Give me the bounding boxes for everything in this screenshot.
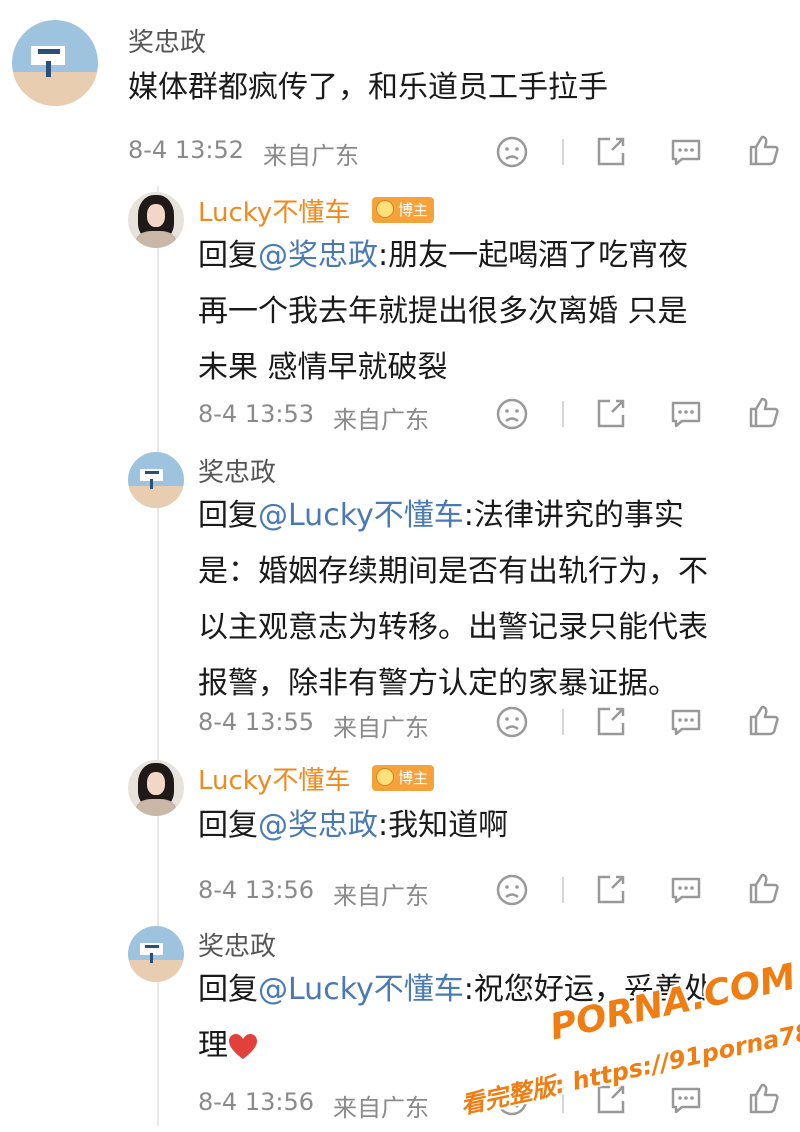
reply-author-name[interactable]: 奖忠政 [198, 926, 276, 963]
blogger-badge: 博主 [372, 197, 435, 223]
reply-text: 回复@奖忠政:朋友一起喝酒了吃宵夜 再一个我去年就提出很多次离婚 只是 未果 感… [198, 238, 689, 385]
dislike-icon[interactable] [494, 396, 530, 432]
reply-location: 来自广东 [333, 882, 429, 910]
dislike-icon[interactable] [494, 704, 530, 740]
like-icon[interactable] [746, 132, 782, 168]
reply-location: 来自广东 [333, 1094, 429, 1122]
mention-link[interactable]: @奖忠政 [258, 808, 378, 843]
like-icon[interactable] [746, 1080, 782, 1116]
reply-thread-line [157, 186, 159, 1126]
reply-location: 来自广东 [333, 714, 429, 742]
like-icon[interactable] [746, 394, 782, 430]
dislike-icon[interactable] [494, 872, 530, 908]
like-icon[interactable] [746, 702, 782, 738]
avatar[interactable] [12, 20, 98, 106]
heart-icon [229, 1033, 257, 1059]
comment-icon[interactable] [668, 704, 704, 740]
comment-icon[interactable] [668, 1082, 704, 1118]
reply-time: 8-4 13:55 [198, 708, 314, 736]
divider [562, 877, 564, 903]
share-icon[interactable] [592, 704, 628, 740]
avatar[interactable] [128, 926, 184, 982]
crown-icon [376, 200, 394, 218]
divider [562, 709, 564, 735]
mention-link[interactable]: @Lucky不懂车 [258, 498, 464, 533]
action-bar [490, 868, 790, 912]
commenter-name[interactable]: 奖忠政 [128, 22, 206, 59]
reply-author-name[interactable]: Lucky不懂车 [198, 192, 350, 229]
avatar[interactable] [128, 192, 184, 248]
avatar[interactable] [128, 452, 184, 508]
like-icon[interactable] [746, 870, 782, 906]
mention-link[interactable]: @Lucky不懂车 [258, 972, 464, 1007]
comment-time: 8-4 13:52 [128, 136, 244, 164]
comment-text: 媒体群都疯传了，和乐道员工手拉手 [128, 70, 608, 105]
reply-text: 回复@奖忠政:我知道啊 [198, 808, 509, 843]
reply-time: 8-4 13:53 [198, 400, 314, 428]
mention-link[interactable]: @奖忠政 [258, 238, 378, 273]
share-icon[interactable] [592, 396, 628, 432]
reply-time: 8-4 13:56 [198, 876, 314, 904]
divider [562, 139, 564, 165]
blogger-badge: 博主 [372, 765, 435, 791]
share-icon[interactable] [592, 134, 628, 170]
share-icon[interactable] [592, 872, 628, 908]
comment-icon[interactable] [668, 872, 704, 908]
action-bar [490, 392, 790, 436]
comment-location: 来自广东 [263, 142, 359, 170]
action-bar [490, 130, 790, 174]
avatar[interactable] [128, 760, 184, 816]
reply-text: 回复@Lucky不懂车:法律讲究的事实 是：婚姻存续期间是否有出轨行为，不 以主… [198, 498, 708, 701]
divider [562, 401, 564, 427]
reply-location: 来自广东 [333, 406, 429, 434]
dislike-icon[interactable] [494, 134, 530, 170]
action-bar [490, 700, 790, 744]
crown-icon [376, 768, 394, 786]
reply-author-name[interactable]: Lucky不懂车 [198, 760, 350, 797]
comment-icon[interactable] [668, 396, 704, 432]
comment-icon[interactable] [668, 134, 704, 170]
reply-time: 8-4 13:56 [198, 1088, 314, 1116]
reply-author-name[interactable]: 奖忠政 [198, 452, 276, 489]
